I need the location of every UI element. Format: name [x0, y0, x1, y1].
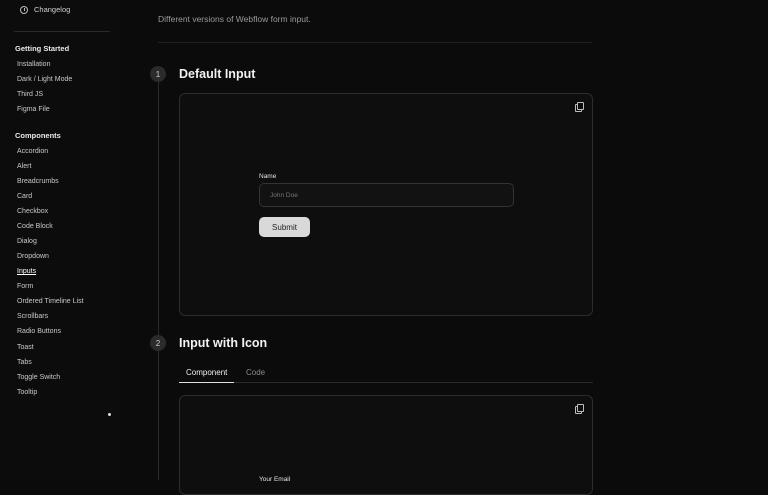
sidebar-item-installation[interactable]: Installation [17, 61, 50, 68]
sidebar-item-figma-file[interactable]: Figma File [17, 106, 50, 113]
sidebar-item-alert[interactable]: Alert [17, 163, 31, 170]
section-components: Components [15, 131, 61, 140]
sidebar-item-dialog[interactable]: Dialog [17, 238, 37, 245]
sidebar-item-scrollbars[interactable]: Scrollbars [17, 313, 48, 320]
section-getting-started: Getting Started [15, 44, 70, 53]
sidebar-item-card[interactable]: Card [17, 193, 32, 200]
changelog-link[interactable]: Changelog [20, 5, 70, 14]
step-number-1: 1 [150, 66, 166, 82]
sidebar-item-code-block[interactable]: Code Block [17, 223, 53, 230]
clock-icon [20, 5, 28, 14]
name-input[interactable] [259, 183, 514, 207]
sidebar-item-checkbox[interactable]: Checkbox [17, 208, 48, 215]
sidebar-item-inputs[interactable]: Inputs [17, 268, 36, 275]
sidebar-item-radio-buttons[interactable]: Radio Buttons [17, 328, 61, 335]
cursor-dot [108, 413, 111, 416]
changelog-label: Changelog [34, 5, 71, 14]
sidebar-item-third-js[interactable]: Third JS [17, 91, 43, 98]
tab-code[interactable]: Code [239, 365, 272, 383]
sidebar-item-breadcrumbs[interactable]: Breadcrumbs [17, 178, 59, 185]
sidebar-item-accordion[interactable]: Accordion [17, 148, 48, 155]
sidebar-item-ordered-timeline-list[interactable]: Ordered Timeline List [17, 298, 84, 305]
sidebar: Changelog Getting Started Installation D… [0, 0, 122, 480]
submit-button[interactable]: Submit [259, 217, 310, 237]
sidebar-divider [14, 31, 110, 32]
section-title-default-input: Default Input [179, 67, 256, 81]
copy-icon[interactable] [575, 404, 584, 414]
sidebar-item-tabs[interactable]: Tabs [17, 359, 32, 366]
sidebar-item-toast[interactable]: Toast [17, 344, 34, 351]
timeline-line [158, 80, 159, 480]
sidebar-item-dark-light-mode[interactable]: Dark / Light Mode [17, 76, 72, 83]
sidebar-item-dropdown[interactable]: Dropdown [17, 253, 49, 260]
preview-tabs: Component Code [179, 365, 593, 383]
tab-component[interactable]: Component [179, 365, 235, 383]
input-with-icon-preview: Your Email [179, 395, 593, 495]
page-intro: Different versions of Webflow form input… [158, 14, 311, 24]
copy-icon[interactable] [575, 102, 584, 112]
intro-divider [158, 42, 592, 43]
sidebar-item-toggle-switch[interactable]: Toggle Switch [17, 374, 60, 381]
name-label: Name [259, 173, 277, 180]
section-title-input-with-icon: Input with Icon [179, 336, 268, 350]
sidebar-item-tooltip[interactable]: Tooltip [17, 389, 37, 396]
default-input-preview: Name Submit [179, 93, 593, 316]
step-number-2: 2 [150, 335, 166, 351]
sidebar-item-form[interactable]: Form [17, 283, 33, 290]
